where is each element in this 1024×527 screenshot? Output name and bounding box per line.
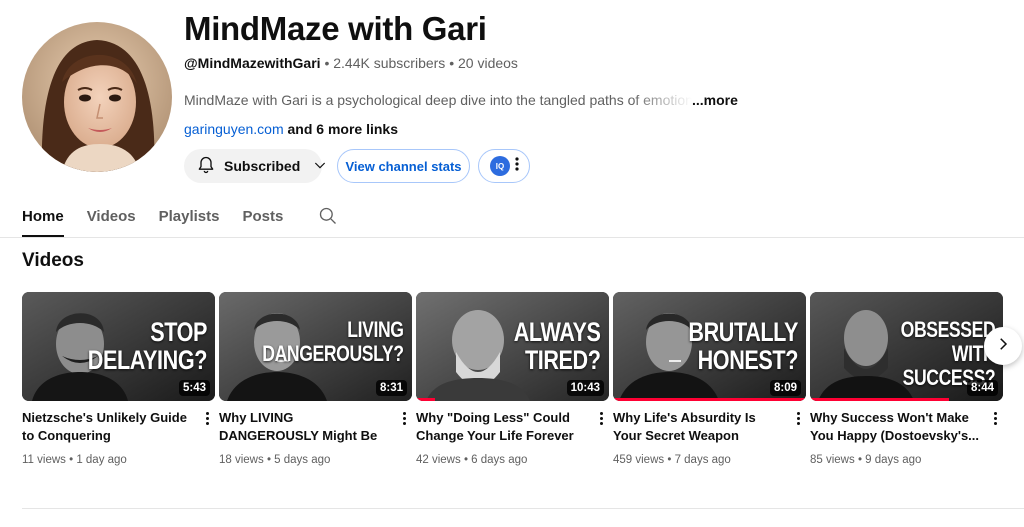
extension-logo-icon: IQ bbox=[490, 156, 510, 176]
tab-home[interactable]: Home bbox=[22, 200, 64, 237]
view-count: 85 views bbox=[810, 454, 855, 466]
upload-age: 9 days ago bbox=[865, 454, 922, 466]
more-links-button[interactable]: and 6 more links bbox=[284, 121, 399, 137]
meta-separator: • bbox=[445, 55, 458, 71]
chevron-down-icon bbox=[312, 157, 328, 176]
watch-progress-bar bbox=[810, 398, 949, 401]
watch-progress-bar bbox=[613, 398, 806, 401]
channel-handle: @MindMazewithGari bbox=[184, 55, 321, 71]
view-count: 42 views bbox=[416, 454, 461, 466]
more-vert-icon[interactable] bbox=[201, 409, 213, 427]
view-count: 18 views bbox=[219, 454, 264, 466]
video-duration: 8:31 bbox=[375, 380, 407, 396]
video-thumbnail[interactable]: STOP DELAYING? 5:43 bbox=[22, 292, 215, 401]
video-card[interactable]: OBSESSED WITH SUCCESS? 8:44 Why Success Wo… bbox=[810, 292, 1003, 466]
bell-icon bbox=[196, 155, 216, 178]
video-meta: 42 views • 6 days ago bbox=[416, 454, 528, 466]
video-thumbnail[interactable]: LIVING DANGEROUSLY? 8:31 bbox=[219, 292, 412, 401]
channel-meta: @MindMazewithGari • 2.44K subscribers • … bbox=[184, 55, 518, 71]
upload-age: 7 days ago bbox=[674, 454, 731, 466]
chevron-right-icon bbox=[994, 335, 1012, 358]
channel-website-link[interactable]: garinguyen.com bbox=[184, 121, 284, 137]
thumbnail-text: ALWAYS TIRED? bbox=[514, 317, 601, 375]
thumbnail-text: STOP DELAYING? bbox=[87, 317, 208, 375]
watch-progress-bar bbox=[416, 398, 436, 401]
view-count: 11 views bbox=[22, 454, 66, 466]
channel-tabs: Home Videos Playlists Posts bbox=[22, 200, 338, 237]
more-vert-icon[interactable] bbox=[792, 409, 804, 427]
video-thumbnail[interactable]: BRUTALLY HONEST? 8:09 bbox=[613, 292, 806, 401]
extension-button[interactable]: IQ bbox=[478, 149, 530, 183]
video-title[interactable]: Why Success Won't Make You Happy (Dostoe… bbox=[810, 409, 980, 445]
videos-shelf: STOP DELAYING? 5:43 Nietzsche's Unlikely … bbox=[22, 292, 1024, 472]
subscribed-button[interactable]: Subscribed bbox=[184, 149, 326, 183]
video-duration: 10:43 bbox=[566, 380, 604, 396]
section-title: Videos bbox=[22, 250, 84, 271]
video-duration: 8:09 bbox=[769, 380, 801, 396]
video-meta: 459 views • 7 days ago bbox=[613, 454, 731, 466]
section-divider bbox=[22, 508, 1024, 509]
video-card[interactable]: LIVING DANGEROUSLY? 8:31 Why LIVING DANGE… bbox=[219, 292, 412, 466]
video-title[interactable]: Why LIVING DANGEROUSLY Might Be Key | Ca… bbox=[219, 409, 389, 445]
video-meta: 18 views • 5 days ago bbox=[219, 454, 331, 466]
video-duration: 5:43 bbox=[178, 380, 210, 396]
video-count: 20 videos bbox=[458, 55, 518, 71]
meta-separator: • bbox=[320, 55, 334, 71]
more-vert-icon[interactable] bbox=[398, 409, 410, 427]
upload-age: 1 day ago bbox=[76, 454, 127, 466]
channel-name: MindMaze with Gari bbox=[184, 10, 487, 47]
channel-links: garinguyen.com and 6 more links bbox=[184, 121, 398, 137]
upload-age: 5 days ago bbox=[274, 454, 331, 466]
tab-videos[interactable]: Videos bbox=[87, 200, 136, 237]
more-vert-icon[interactable] bbox=[989, 409, 1001, 427]
video-duration: 8:44 bbox=[966, 380, 998, 396]
upload-age: 6 days ago bbox=[471, 454, 528, 466]
shelf-next-button[interactable] bbox=[984, 327, 1022, 365]
subscriber-count: 2.44K subscribers bbox=[333, 55, 446, 71]
video-card[interactable]: ALWAYS TIRED? 10:43 Why "Doing Less" Coul… bbox=[416, 292, 609, 466]
subscribed-label: Subscribed bbox=[224, 158, 301, 174]
description-more-link[interactable]: ...more bbox=[692, 92, 738, 108]
search-icon[interactable] bbox=[318, 200, 338, 231]
channel-description[interactable]: MindMaze with Gari is a psychological de… bbox=[184, 92, 744, 108]
video-meta: 85 views • 9 days ago bbox=[810, 454, 922, 466]
tab-playlists[interactable]: Playlists bbox=[159, 200, 220, 237]
channel-avatar bbox=[22, 22, 172, 172]
view-count: 459 views bbox=[613, 454, 665, 466]
video-meta: 11 views • 1 day ago bbox=[22, 454, 127, 466]
video-card[interactable]: STOP DELAYING? 5:43 Nietzsche's Unlikely … bbox=[22, 292, 215, 466]
video-title[interactable]: Nietzsche's Unlikely Guide to Conquering… bbox=[22, 409, 192, 445]
video-thumbnail[interactable]: OBSESSED WITH SUCCESS? 8:44 bbox=[810, 292, 1003, 401]
video-title[interactable]: Why Life's Absurdity Is Your Secret Weap… bbox=[613, 409, 783, 445]
thumbnail-text: LIVING DANGEROUSLY? bbox=[262, 317, 405, 366]
tabs-divider bbox=[0, 237, 1024, 238]
video-card[interactable]: BRUTALLY HONEST? 8:09 Why Life's Absurdit… bbox=[613, 292, 806, 466]
description-text: MindMaze with Gari is a psychological de… bbox=[184, 92, 692, 108]
more-vert-icon bbox=[514, 156, 520, 177]
video-title[interactable]: Why "Doing Less" Could Change Your Life … bbox=[416, 409, 586, 445]
view-channel-stats-button[interactable]: View channel stats bbox=[337, 149, 470, 183]
video-thumbnail[interactable]: ALWAYS TIRED? 10:43 bbox=[416, 292, 609, 401]
more-vert-icon[interactable] bbox=[595, 409, 607, 427]
tab-posts[interactable]: Posts bbox=[242, 200, 283, 237]
thumbnail-text: BRUTALLY HONEST? bbox=[688, 317, 798, 375]
